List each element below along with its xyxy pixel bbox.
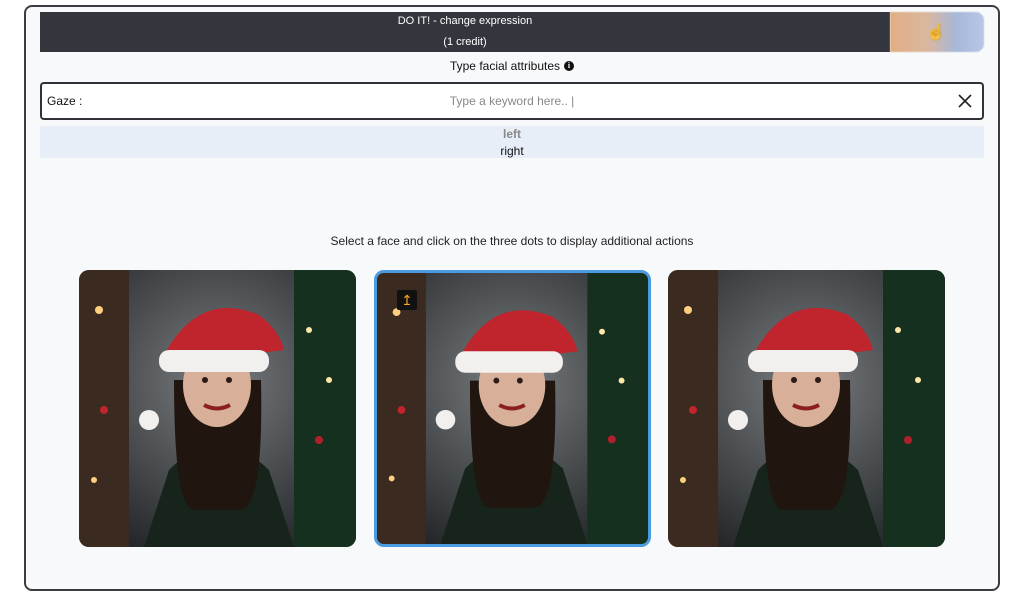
search-input[interactable] [42, 84, 982, 118]
search-box: Gaze : [40, 82, 984, 120]
blurred-button[interactable]: ☝ [890, 12, 984, 52]
face-gallery: ↥ [79, 270, 947, 549]
attributes-title-text: Type facial attributes [449, 59, 561, 73]
face-card-2[interactable]: ↥ [374, 270, 651, 547]
close-icon[interactable] [956, 92, 974, 110]
upload-icon[interactable]: ↥ [397, 290, 417, 310]
face-image-2 [377, 273, 648, 544]
suggestion-item-right[interactable]: right [40, 143, 984, 160]
face-card-1[interactable] [79, 270, 356, 547]
face-card-3[interactable] [668, 270, 945, 547]
face-image-3 [668, 270, 945, 547]
do-it-label: DO IT! - change expression [397, 15, 533, 27]
suggestion-list: left right [40, 126, 984, 158]
info-icon[interactable]: i [564, 61, 575, 71]
suggestion-item-left[interactable]: left [40, 126, 984, 143]
hint-text: Select a face and click on the three dot… [330, 234, 694, 248]
top-bar: DO IT! - change expression (1 credit) ☝ [40, 12, 984, 54]
credit-label: (1 credit) [443, 36, 487, 48]
attributes-title: Type facial attributes i [26, 59, 998, 73]
do-it-button[interactable]: DO IT! - change expression (1 credit) [40, 12, 890, 52]
face-image-1 [79, 270, 356, 547]
app-frame: DO IT! - change expression (1 credit) ☝ … [24, 5, 1000, 591]
search-label: Gaze : [47, 94, 83, 108]
hand-pointer-icon: ☝ [926, 24, 946, 41]
